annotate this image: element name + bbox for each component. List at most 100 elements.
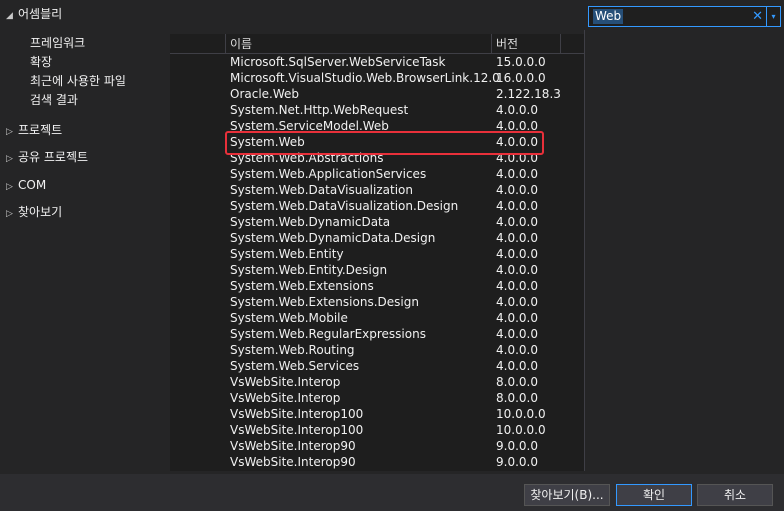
assembly-name: VsWebSite.Interop <box>230 375 341 389</box>
table-row[interactable]: VsWebSite.Interop 8.0.0.0 <box>170 374 584 390</box>
assembly-name: System.Web.Entity.Design <box>230 263 388 277</box>
tree-item-search-results[interactable]: 검색 결과 <box>30 91 78 110</box>
divider <box>584 30 585 471</box>
assembly-name: System.Web.DataVisualization <box>230 183 413 197</box>
table-row[interactable]: Oracle.Web 2.122.18.3 <box>170 86 584 102</box>
assembly-version: 4.0.0.0 <box>496 359 538 373</box>
dropdown-arrow-icon[interactable]: ▾ <box>766 7 780 26</box>
table-row[interactable]: VsWebSite.Interop100 10.0.0.0 <box>170 406 584 422</box>
assembly-version: 4.0.0.0 <box>496 311 538 325</box>
assembly-name: System.Web.DataVisualization.Design <box>230 199 459 213</box>
assembly-version: 9.0.0.0 <box>496 455 538 469</box>
assembly-version: 9.0.0.0 <box>496 439 538 453</box>
assembly-version: 10.0.0.0 <box>496 407 546 421</box>
assembly-version: 10.0.0.0 <box>496 423 546 437</box>
search-value: Web <box>593 9 624 24</box>
assembly-version: 4.0.0.0 <box>496 343 538 357</box>
tree-item-framework[interactable]: 프레임워크 <box>30 34 85 53</box>
table-row[interactable]: VsWebSite.Interop100 10.0.0.0 <box>170 422 584 438</box>
tree-node-assemblies[interactable]: ◢ 어셈블리 <box>0 4 62 24</box>
table-row[interactable]: Microsoft.SqlServer.WebServiceTask 15.0.0… <box>170 54 584 70</box>
column-header-version[interactable]: 버전 <box>496 34 518 54</box>
tree-node-label: 어셈블리 <box>18 7 63 21</box>
assembly-name: Microsoft.VisualStudio.Web.BrowserLink.1… <box>230 71 500 85</box>
assembly-name: VsWebSite.Interop90 <box>230 439 356 453</box>
collapsed-arrow-icon: ▷ <box>6 127 13 137</box>
assembly-version: 4.0.0.0 <box>496 279 538 293</box>
assembly-version: 4.0.0.0 <box>496 167 538 181</box>
assembly-version: 4.0.0.0 <box>496 295 538 309</box>
assembly-version: 8.0.0.0 <box>496 391 538 405</box>
table-row[interactable]: System.Web.Entity 4.0.0.0 <box>170 246 584 262</box>
ok-button[interactable]: 확인 <box>616 484 692 506</box>
table-row[interactable]: VsWebSite.Interop90 9.0.0.0 <box>170 438 584 454</box>
assembly-name: VsWebSite.Interop90 <box>230 455 356 469</box>
table-row[interactable]: System.Net.Http.WebRequest 4.0.0.0 <box>170 102 584 118</box>
clear-icon[interactable]: ✕ <box>752 8 763 25</box>
assembly-name: VsWebSite.Interop100 <box>230 407 364 421</box>
assembly-name: System.Net.Http.WebRequest <box>230 103 409 117</box>
table-row[interactable]: System.Web.DynamicData 4.0.0.0 <box>170 214 584 230</box>
column-divider[interactable] <box>225 34 226 54</box>
category-tree: ◢ 어셈블리 프레임워크 확장 최근에 사용한 파일 검색 결과 ▷ 프로젝트 ▷ 공… <box>0 0 170 470</box>
assembly-name: System.ServiceModel.Web <box>230 119 389 133</box>
assembly-name: System.Web <box>230 135 305 149</box>
tree-node-label: 찾아보기 <box>18 205 63 219</box>
table-row[interactable]: System.Web.Extensions 4.0.0.0 <box>170 278 584 294</box>
assembly-version: 4.0.0.0 <box>496 135 538 149</box>
tree-item-extensions[interactable]: 확장 <box>30 53 52 72</box>
assembly-name: Microsoft.SqlServer.WebServiceTask <box>230 55 446 69</box>
assembly-version: 4.0.0.0 <box>496 327 538 341</box>
tree-item-recent[interactable]: 최근에 사용한 파일 <box>30 72 126 91</box>
table-row[interactable]: System.Web.Services 4.0.0.0 <box>170 358 584 374</box>
collapsed-arrow-icon: ▷ <box>6 209 13 219</box>
table-row[interactable]: System.Web.RegularExpressions 4.0.0.0 <box>170 326 584 342</box>
assembly-name: System.Web.Extensions <box>230 279 374 293</box>
table-row[interactable]: System.Web.DataVisualization 4.0.0.0 <box>170 182 584 198</box>
collapsed-arrow-icon: ▷ <box>6 182 13 192</box>
expanded-arrow-icon: ◢ <box>6 11 13 21</box>
table-row[interactable]: VsWebSite.Interop90 9.0.0.0 <box>170 454 584 470</box>
assembly-version: 16.0.0.0 <box>496 71 546 85</box>
table-row[interactable]: System.Web.Mobile 4.0.0.0 <box>170 310 584 326</box>
tree-node-label: COM <box>18 178 47 192</box>
table-row[interactable]: System.Web.Entity.Design 4.0.0.0 <box>170 262 584 278</box>
table-row[interactable]: System.ServiceModel.Web 4.0.0.0 <box>170 118 584 134</box>
table-row[interactable]: System.Web 4.0.0.0 <box>170 134 584 150</box>
column-divider[interactable] <box>560 34 561 54</box>
assembly-name: System.Web.Extensions.Design <box>230 295 419 309</box>
table-row[interactable]: Microsoft.VisualStudio.Web.BrowserLink.1… <box>170 70 584 86</box>
tree-node-projects[interactable]: ▷ 프로젝트 <box>0 120 62 140</box>
tree-node-label: 프로젝트 <box>18 123 63 137</box>
assembly-version: 8.0.0.0 <box>496 375 538 389</box>
assembly-version: 4.0.0.0 <box>496 119 538 133</box>
tree-node-com[interactable]: ▷ COM <box>0 175 46 195</box>
tree-node-shared-projects[interactable]: ▷ 공유 프로젝트 <box>0 147 88 167</box>
browse-button[interactable]: 찾아보기(B)... <box>524 484 610 506</box>
table-row[interactable]: System.Web.ApplicationServices 4.0.0.0 <box>170 166 584 182</box>
table-row[interactable]: System.Web.Routing 4.0.0.0 <box>170 342 584 358</box>
assembly-version: 4.0.0.0 <box>496 103 538 117</box>
assembly-list[interactable]: 이름 버전 Microsoft.SqlServer.WebServiceTask… <box>170 34 584 471</box>
assembly-version: 4.0.0.0 <box>496 247 538 261</box>
assembly-version: 4.0.0.0 <box>496 215 538 229</box>
assembly-name: System.Web.Entity <box>230 247 344 261</box>
assembly-version: 4.0.0.0 <box>496 151 538 165</box>
tree-node-browse[interactable]: ▷ 찾아보기 <box>0 202 62 222</box>
tree-node-label: 공유 프로젝트 <box>18 150 89 164</box>
column-header-name[interactable]: 이름 <box>230 34 252 54</box>
table-row[interactable]: System.Web.DataVisualization.Design 4.0.0… <box>170 198 584 214</box>
assembly-name: System.Web.Services <box>230 359 360 373</box>
table-row[interactable]: System.Web.DynamicData.Design 4.0.0.0 <box>170 230 584 246</box>
search-input[interactable]: Web ✕ ▾ <box>588 6 781 27</box>
table-row[interactable]: VsWebSite.Interop 8.0.0.0 <box>170 390 584 406</box>
assembly-name: VsWebSite.Interop <box>230 391 341 405</box>
table-row[interactable]: System.Web.Extensions.Design 4.0.0.0 <box>170 294 584 310</box>
column-divider[interactable] <box>491 34 492 54</box>
assembly-name: System.Web.Abstractions <box>230 151 384 165</box>
assembly-name: System.Web.Mobile <box>230 311 348 325</box>
table-row[interactable]: System.Web.Abstractions 4.0.0.0 <box>170 150 584 166</box>
assembly-name: System.Web.DynamicData <box>230 215 391 229</box>
assembly-version: 2.122.18.3 <box>496 87 561 101</box>
cancel-button[interactable]: 취소 <box>697 484 773 506</box>
